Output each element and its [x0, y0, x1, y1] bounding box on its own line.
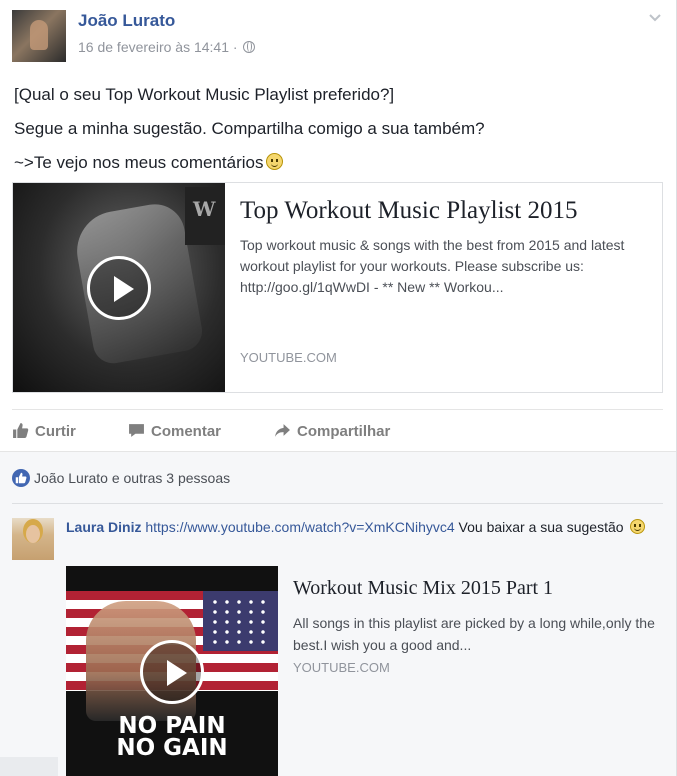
divider — [12, 503, 663, 504]
comment-body: Laura Diniz https://www.youtube.com/watc… — [66, 516, 656, 538]
channel-logo-text: W — [193, 197, 216, 221]
comment-link[interactable]: https://www.youtube.com/watch?v=XmKCNihy… — [145, 519, 454, 535]
post-text-line: ~>Te vejo nos meus comentários — [14, 146, 654, 180]
comment-text: Vou baixar a sua sugestão — [454, 519, 624, 535]
link-card-description: Top workout music & songs with the best … — [240, 237, 625, 295]
share-button[interactable]: Compartilhar — [274, 422, 390, 440]
globe-icon[interactable] — [243, 41, 256, 53]
share-label: Compartilhar — [297, 423, 391, 440]
comment-card-description: All songs in this playlist are picked by… — [293, 615, 655, 653]
smile-emoji-icon — [266, 153, 284, 170]
post-text-line: Segue a minha sugestão. Compartilha comi… — [14, 119, 485, 138]
author-name[interactable]: João Lurato — [78, 11, 175, 31]
play-icon[interactable] — [87, 256, 151, 320]
like-label: Curtir — [35, 423, 76, 440]
post-text-line-content: ~>Te vejo nos meus comentários — [14, 153, 264, 172]
video-thumbnail[interactable]: W — [13, 183, 225, 392]
chevron-down-icon[interactable] — [648, 10, 662, 24]
like-reaction-icon — [12, 469, 30, 487]
likes-summary[interactable]: João Lurato e outras 3 pessoas — [12, 469, 230, 487]
thumbnail-slogan: NO PAIN NO GAIN — [66, 713, 278, 761]
post-text-line: [Qual o seu Top Workout Music Playlist p… — [14, 85, 395, 104]
link-card-source: YOUTUBE.COM — [240, 350, 337, 365]
comment-video-thumbnail[interactable]: NO PAIN NO GAIN — [66, 566, 278, 776]
slogan-line: NO GAIN — [116, 735, 228, 761]
post-meta: 16 de fevereiro às 14:41 · — [78, 39, 256, 55]
comment-label: Comentar — [151, 423, 222, 440]
smile-emoji-icon — [630, 519, 646, 534]
link-card-info: Top Workout Music Playlist 2015 Top work… — [240, 197, 650, 298]
channel-logo: W — [185, 187, 225, 245]
comment-input-edge — [0, 757, 58, 776]
author-avatar[interactable] — [12, 10, 66, 62]
post-timestamp[interactable]: 16 de fevereiro às 14:41 — [78, 39, 229, 55]
post-card: João Lurato 16 de fevereiro às 14:41 · [… — [0, 0, 677, 776]
comment-card-title[interactable]: Workout Music Mix 2015 Part 1 — [293, 577, 663, 600]
thumbs-up-icon — [13, 423, 29, 438]
link-preview-card[interactable]: W Top Workout Music Playlist 2015 Top wo… — [12, 182, 663, 393]
like-button[interactable]: Curtir — [12, 422, 76, 440]
post-actions-bar: Curtir Comentar Compartilhar — [12, 409, 663, 451]
comment-card-source: YOUTUBE.COM — [293, 660, 390, 675]
post-header: João Lurato 16 de fevereiro às 14:41 · — [12, 10, 662, 62]
feedback-section: João Lurato e outras 3 pessoas Laura Din… — [0, 451, 676, 776]
likes-text: João Lurato e outras 3 pessoas — [34, 470, 231, 486]
comment-card-info: Workout Music Mix 2015 Part 1 All songs … — [293, 577, 663, 675]
share-arrow-icon — [275, 424, 290, 437]
comment-button[interactable]: Comentar — [128, 422, 221, 440]
commenter-name[interactable]: Laura Diniz — [66, 519, 141, 535]
link-card-title[interactable]: Top Workout Music Playlist 2015 — [240, 197, 650, 225]
meta-separator: · — [229, 39, 242, 55]
post-text: [Qual o seu Top Workout Music Playlist p… — [14, 78, 654, 180]
slogan-line: NO PAIN — [118, 713, 226, 739]
comment-icon — [129, 424, 144, 437]
commenter-avatar[interactable] — [12, 518, 54, 560]
play-icon[interactable] — [140, 640, 204, 704]
